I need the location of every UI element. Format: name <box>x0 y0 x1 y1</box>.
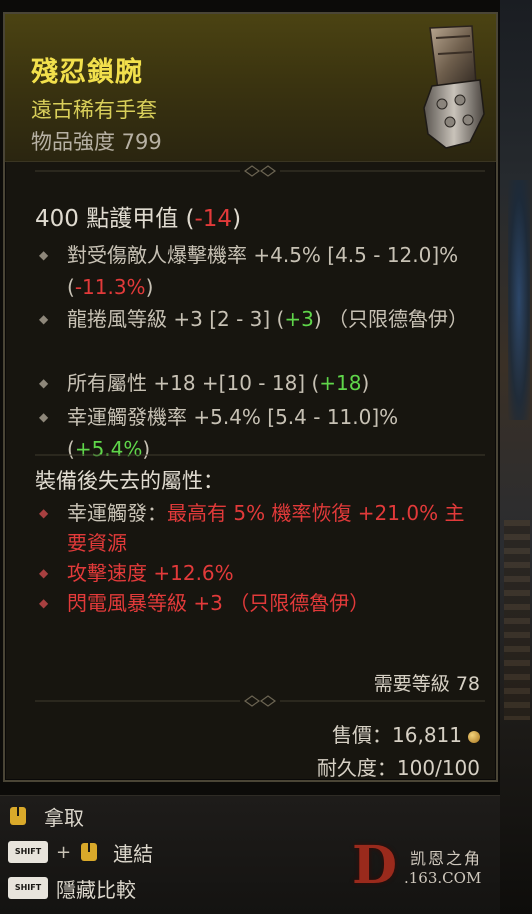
affix-text: 所有屬性 +18 +[10 - 18] ( <box>67 371 320 395</box>
affix-text: 龍捲風等級 +3 [2 - 3] ( <box>67 307 285 331</box>
lost-affix-attack-speed: ◆ 攻擊速度 +12.6% <box>39 558 469 588</box>
affix-tornado-rank: ◆ 龍捲風等級 +3 [2 - 3] (+3) （只限德魯伊） <box>39 303 469 335</box>
lost-affix-prefix: 幸運觸發： <box>67 501 167 525</box>
armor-close: ) <box>232 206 242 232</box>
divider-top <box>35 164 485 178</box>
lost-affix-lightning-storm: ◆ 閃電風暴等級 +3 （只限德魯伊） <box>39 588 469 618</box>
watermark-url: .163.COM <box>404 869 482 887</box>
bullet-icon: ◆ <box>39 410 49 424</box>
sell-price-text: 售價：16,811 <box>332 723 462 747</box>
affix-delta: +3 <box>284 307 314 331</box>
link-label: 連結 <box>113 841 154 866</box>
hide-compare-label: 隱藏比較 <box>56 877 136 902</box>
sell-price: 售價：16,811 <box>332 719 480 748</box>
bullet-icon: ◆ <box>39 312 49 326</box>
divider-bottom <box>35 694 485 708</box>
shift-key-icon: SHIFT <box>8 841 48 863</box>
link-action[interactable]: SHIFT + 連結 <box>8 836 153 868</box>
armor-value: 400 點護甲值 (-14) <box>35 199 241 233</box>
watermark-logo: D <box>352 835 398 896</box>
bullet-icon: ◆ <box>39 376 49 390</box>
watermark-site-name: 凯恩之角 <box>410 849 483 868</box>
game-scene-background <box>500 0 532 914</box>
left-mouse-icon <box>8 805 28 827</box>
gold-coin-icon <box>468 730 480 743</box>
shift-key-icon: SHIFT <box>8 877 48 899</box>
bullet-icon: ◆ <box>39 596 49 610</box>
gauntlet-icon <box>423 25 485 149</box>
armor-delta: -14 <box>194 206 233 232</box>
lost-affix-text: 閃電風暴等級 +3 （只限德魯伊） <box>67 591 370 615</box>
affix-close: ) （只限德魯伊） <box>313 307 468 331</box>
affix-delta: -11.3% <box>74 275 146 299</box>
item-tooltip: 殘忍鎖腕 遠古稀有手套 物品強度 799 400 點護甲值 (-14) ◆ 對受… <box>3 12 498 782</box>
divider-mid <box>35 448 485 462</box>
take-action[interactable]: 拿取 <box>8 800 84 832</box>
lost-stats-title: 裝備後失去的屬性： <box>35 469 224 493</box>
take-label: 拿取 <box>44 805 84 830</box>
site-watermark: D 凯恩之角 .163.COM <box>352 835 502 896</box>
bullet-icon: ◆ <box>39 248 49 262</box>
hide-compare-action[interactable]: SHIFT 隱藏比較 <box>8 872 136 904</box>
item-power: 物品強度 799 <box>31 130 162 154</box>
bullet-icon: ◆ <box>39 506 49 520</box>
lost-affix-text: 攻擊速度 +12.6% <box>67 561 234 585</box>
affix-crit-chance: ◆ 對受傷敵人爆擊機率 +4.5% [4.5 - 12.0]% (-11.3%) <box>39 239 469 303</box>
bullet-icon: ◆ <box>39 566 49 580</box>
required-level: 需要等級 78 <box>373 673 480 695</box>
affix-close: ) <box>361 371 370 395</box>
item-type: 遠古稀有手套 <box>31 98 157 122</box>
left-mouse-icon <box>79 841 99 863</box>
affix-close: ) <box>145 275 154 299</box>
affix-delta: +18 <box>319 371 362 395</box>
item-name: 殘忍鎖腕 <box>31 57 143 88</box>
affix-all-stats: ◆ 所有屬性 +18 +[10 - 18] (+18) <box>39 367 469 399</box>
plus-sign: + <box>56 841 72 863</box>
armor-base: 400 點護甲值 ( <box>35 206 195 232</box>
durability: 耐久度：100/100 <box>316 756 480 780</box>
lost-affix-lucky-hit: ◆ 幸運觸發：最高有 5% 機率恢復 +21.0% 主要資源 <box>39 498 469 558</box>
